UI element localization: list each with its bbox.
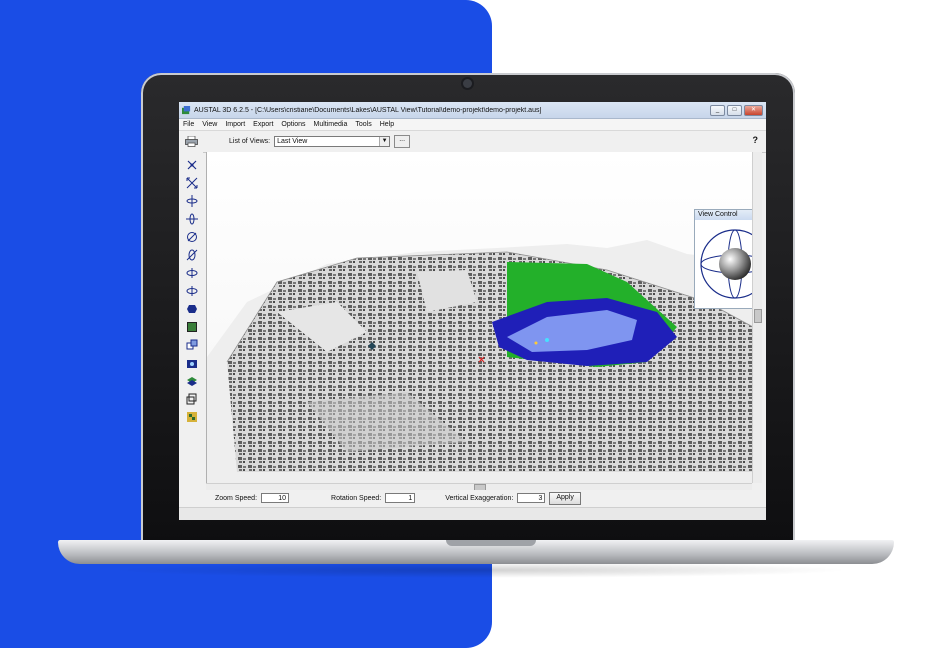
terrain-model	[207, 152, 753, 483]
rotate-icon	[186, 195, 198, 207]
menu-import[interactable]: Import	[225, 121, 245, 128]
orbit-icon	[187, 232, 197, 242]
menu-help[interactable]: Help	[380, 121, 394, 128]
spin-button[interactable]	[185, 248, 199, 262]
tilt-icon	[186, 213, 198, 225]
list-of-views-label: List of Views:	[229, 138, 271, 145]
menu-file[interactable]: File	[183, 121, 194, 128]
zoom-extents-icon	[186, 177, 198, 189]
zoom-speed-label: Zoom Speed:	[215, 494, 258, 502]
grid-icon	[187, 412, 197, 422]
vertical-exaggeration-label: Vertical Exaggeration:	[445, 494, 514, 502]
vertical-scroll-thumb[interactable]	[754, 309, 762, 323]
rotate-vertical-button[interactable]	[185, 212, 199, 226]
apply-button[interactable]: Apply	[549, 491, 581, 505]
vertical-exaggeration-input[interactable]: 3	[517, 493, 546, 503]
rotation-speed-label: Rotation Speed:	[331, 494, 382, 502]
vertical-scrollbar[interactable]	[752, 152, 762, 483]
more-views-button[interactable]: ...	[394, 135, 411, 148]
roll-right-icon	[186, 286, 198, 296]
laptop-base	[58, 540, 894, 564]
view-control-title: View Control	[698, 211, 738, 218]
help-button[interactable]: ?	[753, 135, 759, 145]
view-settings-bar: Zoom Speed: 10 Rotation Speed: 1 Vertica…	[179, 490, 766, 506]
copy-view-button[interactable]	[185, 338, 199, 352]
webcam-icon	[463, 79, 472, 88]
menu-options[interactable]: Options	[281, 121, 305, 128]
left-tool-palette	[179, 152, 203, 490]
frame-button[interactable]	[185, 392, 199, 406]
frame-icon	[186, 393, 197, 405]
zoom-extents-button[interactable]	[185, 176, 199, 190]
list-of-views-value: Last View	[277, 138, 308, 145]
3d-map-viewport[interactable]: View Control x	[206, 152, 753, 483]
box-icon	[187, 322, 197, 332]
snapshot-button[interactable]	[185, 356, 199, 370]
select-icon	[187, 160, 197, 170]
select-tool-button[interactable]	[185, 158, 199, 172]
zoom-speed-input[interactable]: 10	[261, 493, 290, 503]
layer-icon	[187, 377, 197, 386]
menu-export[interactable]: Export	[253, 121, 273, 128]
menu-tools[interactable]: Tools	[355, 121, 371, 128]
copy-icon	[186, 339, 198, 350]
laptop-shadow	[110, 562, 850, 578]
minimize-button[interactable]: _	[710, 104, 725, 116]
window-title: AUSTAL 3D 6.2.5 - [C:\Users\cristiane\Do…	[194, 106, 542, 114]
grid-button[interactable]	[185, 410, 199, 424]
spin-icon	[186, 249, 198, 261]
print-button[interactable]	[183, 135, 199, 149]
solid-shape-icon	[187, 305, 197, 313]
list-of-views-select[interactable]: Last View ▼	[274, 136, 391, 147]
orbit-button[interactable]	[185, 230, 199, 244]
title-bar: AUSTAL 3D 6.2.5 - [C:\Users\cristiane\Do…	[179, 102, 766, 119]
roll-left-button[interactable]	[185, 266, 199, 280]
roll-icon	[186, 268, 198, 278]
view-control-panel[interactable]: View Control x	[694, 209, 753, 309]
maximize-button[interactable]: □	[727, 104, 742, 116]
status-bar	[179, 507, 766, 520]
chevron-down-icon[interactable]: ▼	[379, 137, 390, 146]
toolbar: List of Views: Last View ▼ ... ?	[179, 130, 766, 153]
printer-icon	[184, 136, 198, 147]
rotation-speed-input[interactable]: 1	[385, 493, 416, 503]
menu-bar: File View Import Export Options Multimed…	[179, 119, 766, 130]
layers-button[interactable]	[185, 374, 199, 388]
camera-icon	[187, 360, 197, 368]
solid-view-button[interactable]	[185, 302, 199, 316]
app-logo-icon	[182, 105, 191, 114]
roll-right-button[interactable]	[185, 284, 199, 298]
view-control-sphere[interactable]	[695, 220, 753, 308]
menu-view[interactable]: View	[202, 121, 217, 128]
rotate-horizontal-button[interactable]	[185, 194, 199, 208]
close-button[interactable]: ✕	[744, 104, 763, 116]
view-control-header: View Control x	[695, 210, 753, 220]
application-window: AUSTAL 3D 6.2.5 - [C:\Users\cristiane\Do…	[179, 102, 766, 520]
menu-multimedia[interactable]: Multimedia	[314, 121, 348, 128]
box-view-button[interactable]	[185, 320, 199, 334]
laptop-notch	[446, 540, 536, 546]
